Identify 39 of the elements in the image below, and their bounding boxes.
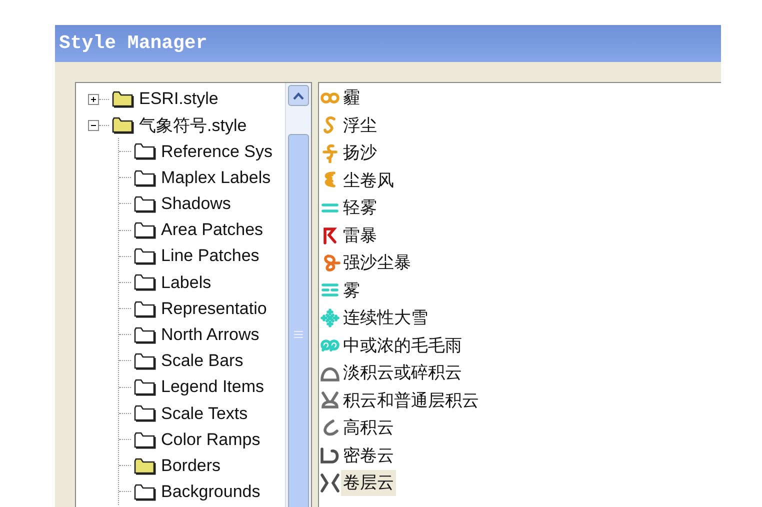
tree-item[interactable]: Shadows: [161, 191, 231, 217]
tree-item[interactable]: Reference Sys: [161, 138, 272, 164]
tree-item[interactable]: Borders: [161, 452, 221, 478]
grip-icon: [294, 330, 303, 338]
tree-item[interactable]: ESRI.style: [139, 86, 218, 112]
tree-item[interactable]: Scale Texts: [161, 400, 248, 426]
symbol-item[interactable]: 浮尘: [341, 112, 379, 138]
symbol-item[interactable]: 高积云: [341, 415, 396, 440]
symbol-item[interactable]: 雾: [341, 278, 362, 303]
chevron-up-icon: [293, 92, 304, 100]
tree-item[interactable]: Area Patches: [161, 217, 264, 243]
symbol-item[interactable]: 连续性大雪: [341, 305, 430, 330]
tree-item[interactable]: 气象符号.style: [139, 112, 247, 138]
tree-item[interactable]: Color Ramps: [161, 426, 260, 452]
tree-item[interactable]: Representatio: [161, 296, 267, 322]
tree-item[interactable]: Maplex Labels: [161, 164, 271, 190]
tree-item[interactable]: Line Patches: [161, 243, 260, 269]
scroll-thumb[interactable]: [288, 134, 309, 507]
symbol-item[interactable]: 霾: [341, 85, 362, 110]
tree-item[interactable]: Legend Items: [161, 374, 264, 400]
scroll-up-button[interactable]: [288, 85, 309, 106]
symbol-item[interactable]: 密卷云: [341, 442, 396, 468]
expander-icon[interactable]: [88, 120, 99, 131]
symbol-item[interactable]: 扬沙: [341, 140, 379, 166]
symbol-item[interactable]: 强沙尘暴: [341, 250, 413, 276]
symbol-item[interactable]: 轻雾: [341, 195, 379, 220]
scrollbar[interactable]: [285, 83, 311, 507]
symbol-item[interactable]: 雷暴: [341, 222, 379, 248]
window-title: Style Manager: [55, 25, 721, 62]
tree-item[interactable]: Backgrounds: [161, 479, 260, 505]
symbol-item[interactable]: 积云和普通层积云: [341, 388, 481, 413]
symbol-item[interactable]: 尘卷风: [341, 168, 396, 193]
symbol-item[interactable]: 淡积云或碎积云: [341, 360, 464, 386]
tree-item[interactable]: North Arrows: [161, 322, 260, 348]
symbol-item[interactable]: 卷层云: [341, 470, 396, 496]
tree-item[interactable]: Scale Bars: [161, 348, 244, 374]
symbol-item[interactable]: 中或浓的毛毛雨: [341, 332, 464, 358]
expander-icon[interactable]: [88, 94, 99, 105]
tree-item[interactable]: Labels: [161, 270, 212, 296]
